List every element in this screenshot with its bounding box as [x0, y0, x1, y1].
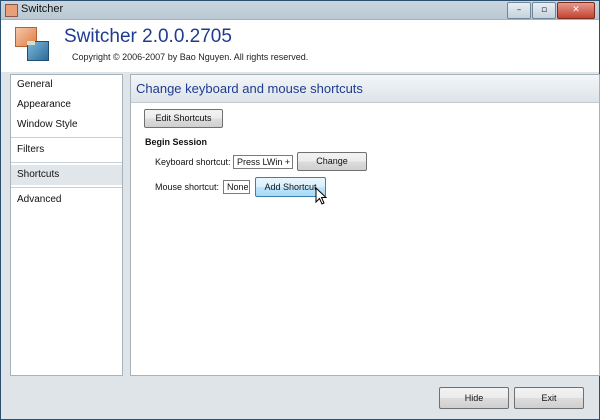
nav-divider	[11, 187, 122, 188]
panel-header: Change keyboard and mouse shortcuts	[131, 75, 599, 103]
change-button[interactable]: Change	[297, 152, 367, 171]
mouse-shortcut-field[interactable]: None	[223, 180, 250, 194]
minimize-button[interactable]: –	[507, 2, 531, 19]
app-icon	[5, 4, 18, 17]
edit-shortcuts-button[interactable]: Edit Shortcuts	[144, 109, 223, 128]
maximize-button[interactable]: ▫	[532, 2, 556, 19]
nav-item-filters[interactable]: Filters	[11, 140, 122, 160]
nav-item-window-style[interactable]: Window Style	[11, 115, 122, 135]
app-header: Switcher 2.0.0.2705 Copyright © 2006-200…	[1, 20, 599, 72]
mouse-shortcut-label: Mouse shortcut:	[155, 182, 220, 192]
window-controls: – ▫ ✕	[507, 2, 595, 19]
window-title: Switcher	[21, 3, 64, 15]
keyboard-shortcut-label: Keyboard shortcut:	[155, 157, 231, 167]
nav-divider	[11, 137, 122, 138]
exit-button[interactable]: Exit	[514, 387, 584, 409]
switcher-logo-icon	[15, 27, 49, 61]
hide-button[interactable]: Hide	[439, 387, 509, 409]
title-bar[interactable]: Switcher – ▫ ✕	[1, 1, 599, 20]
nav-item-shortcuts[interactable]: Shortcuts	[11, 165, 122, 185]
nav-item-general[interactable]: General	[11, 75, 122, 95]
keyboard-shortcut-field[interactable]: Press LWin + `	[233, 155, 293, 169]
nav-item-advanced[interactable]: Advanced	[11, 190, 122, 210]
switcher-window: Switcher – ▫ ✕ Switcher 2.0.0.2705 Copyr…	[0, 0, 600, 420]
panel-title: Change keyboard and mouse shortcuts	[136, 81, 363, 96]
app-name: Switcher 2.0.0.2705	[64, 26, 232, 47]
shortcuts-panel: Change keyboard and mouse shortcuts Edit…	[130, 74, 600, 376]
mouse-pointer-icon	[315, 187, 327, 205]
section-title: Begin Session	[145, 137, 208, 147]
nav-item-appearance[interactable]: Appearance	[11, 95, 122, 115]
copyright-text: Copyright © 2006-2007 by Bao Nguyen. All…	[72, 52, 309, 62]
settings-nav: General Appearance Window Style Filters …	[10, 74, 123, 376]
nav-divider	[11, 162, 122, 163]
close-button[interactable]: ✕	[557, 2, 595, 19]
